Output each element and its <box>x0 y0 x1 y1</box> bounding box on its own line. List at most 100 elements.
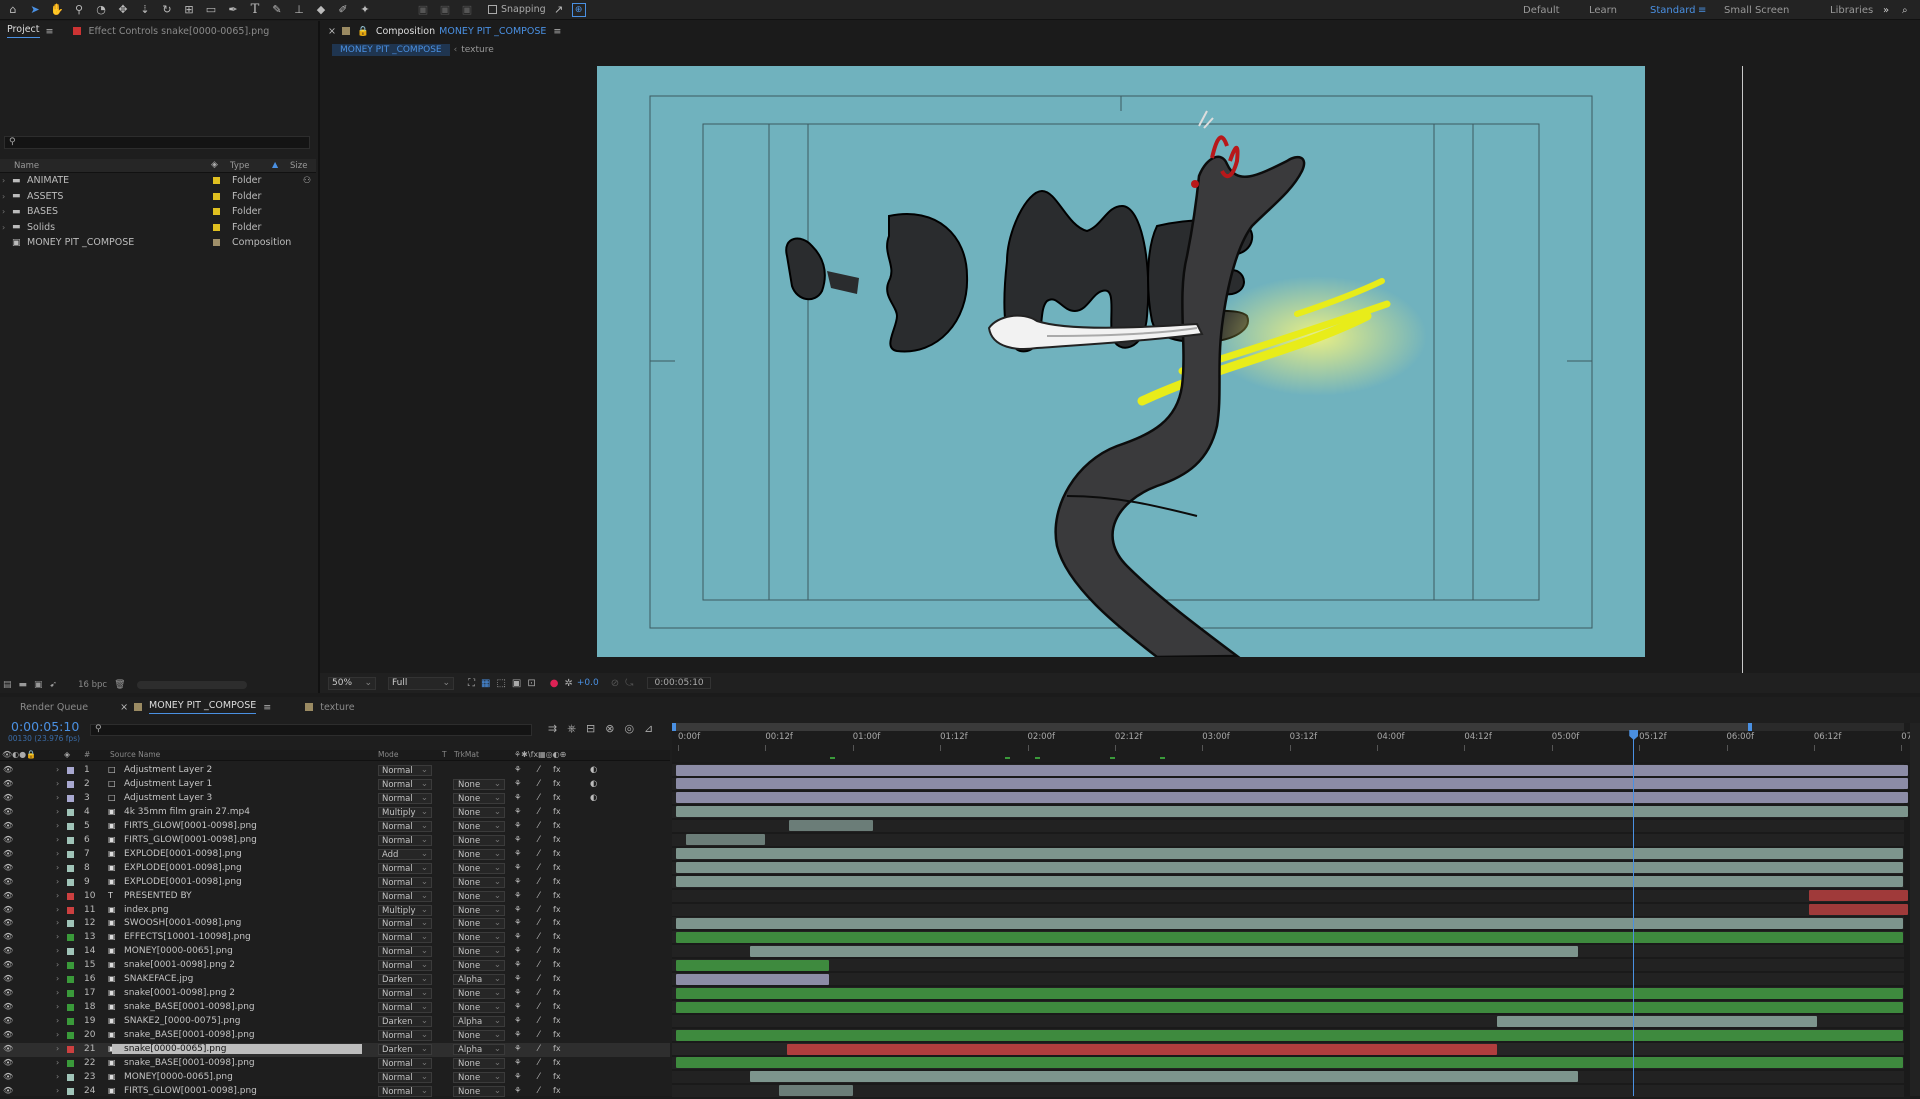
layer-label-swatch[interactable] <box>67 767 74 774</box>
comp-viewer[interactable] <box>320 66 1920 678</box>
blend-mode-select[interactable]: Normal ⌄ <box>378 946 432 958</box>
visibility-eye-icon[interactable]: 👁 <box>3 1044 13 1053</box>
layer-row[interactable]: 👁 › 3 □ Adjustment Layer 3 Normal ⌄ None ⌄ ⚘ ⁄ fx ◐ <box>0 792 670 806</box>
layer-duration-bar[interactable] <box>676 876 1904 888</box>
track-matte-select[interactable]: None ⌄ <box>453 806 505 818</box>
quality-switch-icon[interactable]: ⁄ <box>538 835 539 845</box>
mask-visibility-icon[interactable]: ⬚ <box>496 678 505 689</box>
keyframe-marker[interactable] <box>1160 757 1165 759</box>
track-matte-select[interactable]: None ⌄ <box>453 932 505 944</box>
align-right-icon[interactable]: ▣ <box>458 1 476 19</box>
layer-duration-bar[interactable] <box>676 931 1904 943</box>
project-item[interactable]: › ▬ BASES Folder <box>0 204 316 219</box>
blend-mode-select[interactable]: Add ⌄ <box>378 848 432 860</box>
layer-duration-bar[interactable] <box>789 820 874 832</box>
quality-switch-icon[interactable]: ⁄ <box>538 891 539 901</box>
twirl-arrow-icon[interactable]: › <box>56 1016 59 1025</box>
layer-duration-bar[interactable] <box>685 834 765 846</box>
fx-switch-icon[interactable]: fx <box>553 918 561 927</box>
visibility-eye-icon[interactable]: 👁 <box>3 793 13 802</box>
fx-switch-icon[interactable]: fx <box>553 932 561 941</box>
label-swatch[interactable] <box>213 192 220 200</box>
time-ruler[interactable]: 0:00f 00:12f 01:00f 01:12f 02:00f 02:12f 03:00… <box>672 723 1920 763</box>
layer-duration-bar[interactable] <box>676 862 1904 874</box>
shy-switch-icon[interactable]: ⚘ <box>514 1072 522 1082</box>
track-matte-select[interactable]: None ⌄ <box>453 834 505 846</box>
expand-arrow-icon[interactable]: › <box>2 207 5 216</box>
layer-duration-bar[interactable] <box>676 848 1904 860</box>
label-header-icon[interactable]: ◈ <box>64 750 70 759</box>
fx-switch-icon[interactable]: fx <box>553 946 561 955</box>
dolly-tool-icon[interactable]: ⇣ <box>136 1 154 19</box>
layer-source-name[interactable]: EXPLODE[0001-0098].png <box>124 877 242 887</box>
layer-row[interactable]: 👁 › 5 ▣ FIRTS_GLOW[0001-0098].png Normal ⌄ None… <box>0 820 670 834</box>
visibility-eye-icon[interactable]: 👁 <box>3 863 13 872</box>
quality-switch-icon[interactable]: ⁄ <box>538 1002 539 1012</box>
quality-switch-icon[interactable]: ⁄ <box>538 849 539 859</box>
twirl-arrow-icon[interactable]: › <box>56 1044 59 1053</box>
3d-view-icon[interactable]: ⊡ <box>527 678 535 689</box>
layer-row[interactable]: 👁 › 19 ▣ SNAKE2_[0000-0075].png Darken ⌄ Alpha ⌄… <box>0 1015 670 1029</box>
visibility-eye-icon[interactable]: 👁 <box>3 1016 13 1025</box>
blend-mode-select[interactable]: Darken ⌄ <box>378 1016 432 1028</box>
workspace-learn[interactable]: Learn <box>1589 5 1617 16</box>
fx-switch-icon[interactable]: fx <box>553 974 561 983</box>
shy-switch-icon[interactable]: ⚘ <box>514 891 522 901</box>
twirl-arrow-icon[interactable]: › <box>56 779 59 788</box>
twirl-arrow-icon[interactable]: › <box>56 835 59 844</box>
fx-switch-icon[interactable]: fx <box>553 877 561 886</box>
magnification-select[interactable]: 50% ⌄ <box>328 676 376 690</box>
expand-arrow-icon[interactable]: › <box>2 223 5 232</box>
layer-source-name[interactable]: snake_BASE[0001-0098].png <box>124 1058 255 1068</box>
layer-row[interactable]: 👁 › 4 ▣ 4k 35mm film grain 27.mp4 Multiply ⌄ No… <box>0 806 670 820</box>
track-matte-select[interactable]: None ⌄ <box>453 848 505 860</box>
project-item[interactable]: › ▬ Solids Folder <box>0 220 316 235</box>
comp-menu-icon[interactable]: ≡ <box>553 26 561 37</box>
layer-duration-bar[interactable] <box>1809 904 1908 915</box>
layer-row[interactable]: 👁 › 16 ▣ SNAKEFACE.jpg Darken ⌄ Alpha ⌄ ⚘ ⁄ fx <box>0 973 670 987</box>
track-matte-select[interactable]: Alpha ⌄ <box>453 1044 505 1055</box>
fx-switch-icon[interactable]: fx <box>553 1072 561 1081</box>
quality-switch-icon[interactable]: ⁄ <box>538 1058 539 1068</box>
quality-switch-icon[interactable]: ⁄ <box>538 807 539 817</box>
twirl-arrow-icon[interactable]: › <box>56 1030 59 1039</box>
blend-mode-select[interactable]: Normal ⌄ <box>378 918 432 930</box>
quality-switch-icon[interactable]: ⁄ <box>538 1030 539 1040</box>
layer-label-swatch[interactable] <box>67 892 74 900</box>
fx-switch-icon[interactable]: fx <box>553 821 561 830</box>
shy-switch-icon[interactable]: ⚘ <box>514 1030 522 1040</box>
home-icon[interactable]: ⌂ <box>4 1 22 19</box>
shy-switch-icon[interactable]: ⚘ <box>514 849 522 859</box>
quality-switch-icon[interactable]: ⁄ <box>538 974 539 984</box>
visibility-eye-icon[interactable]: 👁 <box>3 905 13 914</box>
layer-label-swatch[interactable] <box>67 1004 74 1012</box>
project-item[interactable]: › ▬ ASSETS Folder <box>0 189 316 204</box>
layer-label-swatch[interactable] <box>67 780 74 788</box>
fx-switch-icon[interactable]: fx <box>553 988 561 997</box>
shy-switch-icon[interactable]: ⚘ <box>514 821 522 831</box>
quality-switch-icon[interactable]: ⁄ <box>538 918 539 928</box>
twirl-arrow-icon[interactable]: › <box>56 863 59 872</box>
layer-duration-bar[interactable] <box>676 1029 1904 1041</box>
visibility-eye-icon[interactable]: 👁 <box>3 891 13 900</box>
layer-source-name[interactable]: EXPLODE[0001-0098].png <box>124 849 242 859</box>
shy-switch-icon[interactable]: ⚘ <box>514 779 522 789</box>
work-area-start-handle[interactable] <box>672 723 676 731</box>
layer-row[interactable]: 👁 › 13 ▣ EFFECTS[10001-10098].png Normal ⌄ None… <box>0 931 670 945</box>
quality-switch-icon[interactable]: ⁄ <box>538 960 539 970</box>
layer-source-name[interactable]: 4k 35mm film grain 27.mp4 <box>124 807 250 817</box>
layer-row[interactable]: 👁 › 15 ▣ snake[0001-0098].png 2 Normal ⌄ None ⌄ ⚘… <box>0 959 670 973</box>
blend-mode-select[interactable]: Multiply ⌄ <box>378 904 432 916</box>
selection-tool-icon[interactable]: ➤ <box>26 1 44 19</box>
shy-switch-icon[interactable]: ⚘ <box>514 1086 522 1096</box>
playhead-line[interactable] <box>1633 732 1635 1096</box>
snapshot-restore-icon[interactable]: ⤿ <box>625 678 633 689</box>
layer-label-swatch[interactable] <box>67 864 74 872</box>
blend-mode-select[interactable]: Normal ⌄ <box>378 820 432 832</box>
visibility-eye-icon[interactable]: 👁 <box>3 960 13 969</box>
label-swatch[interactable] <box>213 177 220 184</box>
pan-tool-icon[interactable]: ✥ <box>114 1 132 19</box>
blend-mode-select[interactable]: Multiply ⌄ <box>378 806 432 818</box>
layer-label-swatch[interactable] <box>67 850 74 858</box>
breadcrumb-active[interactable]: MONEY PIT _COMPOSE <box>332 43 450 56</box>
